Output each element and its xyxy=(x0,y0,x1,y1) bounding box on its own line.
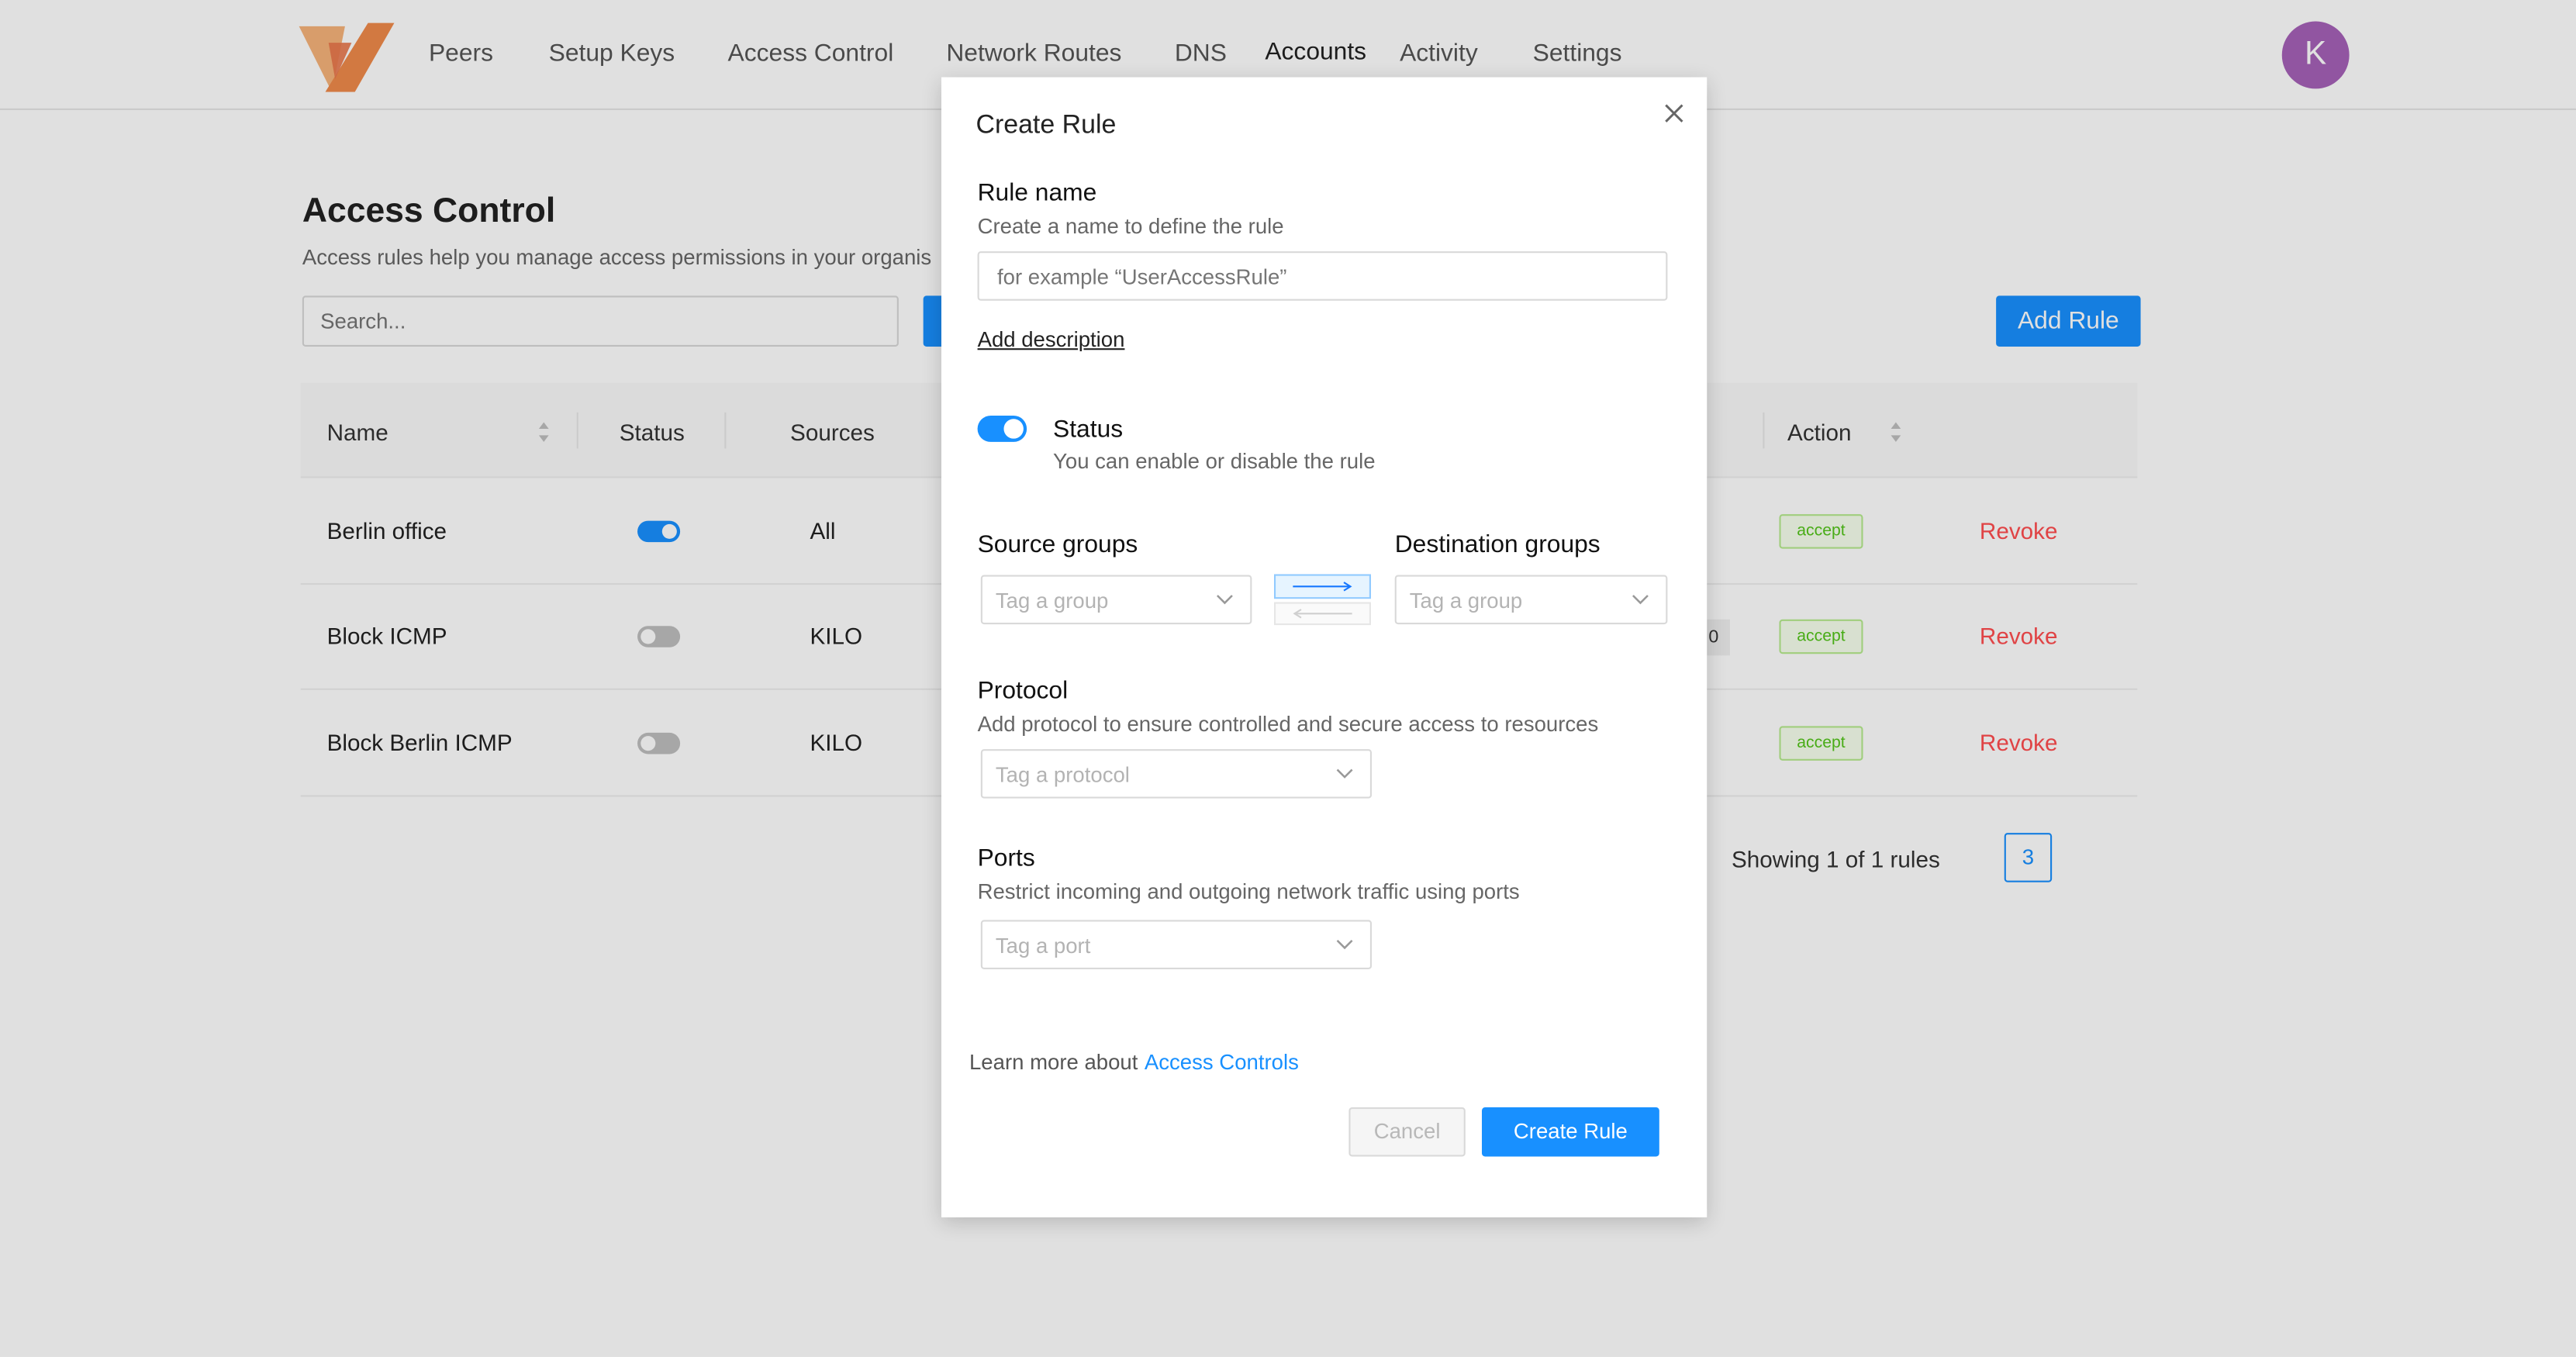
learn-more-text: Learn more about Access Controls xyxy=(969,1050,1299,1075)
add-description-link[interactable]: Add description xyxy=(978,327,1125,352)
app-window: Peers Setup Keys Access Control Network … xyxy=(0,0,2576,1357)
ports-help: Restrict incoming and outgoing network t… xyxy=(977,879,1520,904)
rule-name-label: Rule name xyxy=(977,178,1097,207)
rule-name-help: Create a name to define the rule xyxy=(977,213,1284,239)
create-rule-button[interactable]: Create Rule xyxy=(1481,1107,1659,1157)
protocol-label: Protocol xyxy=(977,676,1069,705)
chevron-down-icon xyxy=(1632,595,1649,605)
select-placeholder: Tag a protocol xyxy=(995,762,1130,787)
chevron-down-icon xyxy=(1336,940,1353,950)
source-groups-label: Source groups xyxy=(977,530,1138,559)
close-icon[interactable] xyxy=(1661,100,1687,126)
modal-title: Create Rule xyxy=(975,112,1117,140)
status-label: Status xyxy=(1053,416,1124,444)
status-toggle[interactable] xyxy=(977,416,1027,442)
status-help: You can enable or disable the rule xyxy=(1053,448,1376,474)
cancel-button[interactable]: Cancel xyxy=(1348,1107,1466,1157)
select-placeholder: Tag a group xyxy=(995,588,1109,613)
destination-groups-select[interactable]: Tag a group xyxy=(1394,575,1668,625)
protocol-select[interactable]: Tag a protocol xyxy=(980,749,1373,799)
access-controls-link[interactable]: Access Controls xyxy=(1145,1050,1299,1075)
select-placeholder: Tag a group xyxy=(1409,588,1523,613)
learn-more-label: Learn more about xyxy=(969,1049,1138,1075)
toggle-knob xyxy=(1003,419,1024,439)
ports-label: Ports xyxy=(977,844,1035,872)
create-rule-modal: Create Rule Rule name Create a name to d… xyxy=(941,77,1708,1217)
rule-name-input[interactable] xyxy=(977,251,1668,301)
select-placeholder: Tag a port xyxy=(995,933,1091,958)
protocol-help: Add protocol to ensure controlled and se… xyxy=(977,711,1599,737)
chevron-down-icon xyxy=(1216,595,1233,605)
destination-groups-label: Destination groups xyxy=(1394,530,1601,559)
source-groups-select[interactable]: Tag a group xyxy=(980,575,1252,625)
chevron-down-icon xyxy=(1336,768,1353,779)
ports-select[interactable]: Tag a port xyxy=(980,920,1373,969)
direction-arrow-icon[interactable] xyxy=(1273,573,1372,626)
